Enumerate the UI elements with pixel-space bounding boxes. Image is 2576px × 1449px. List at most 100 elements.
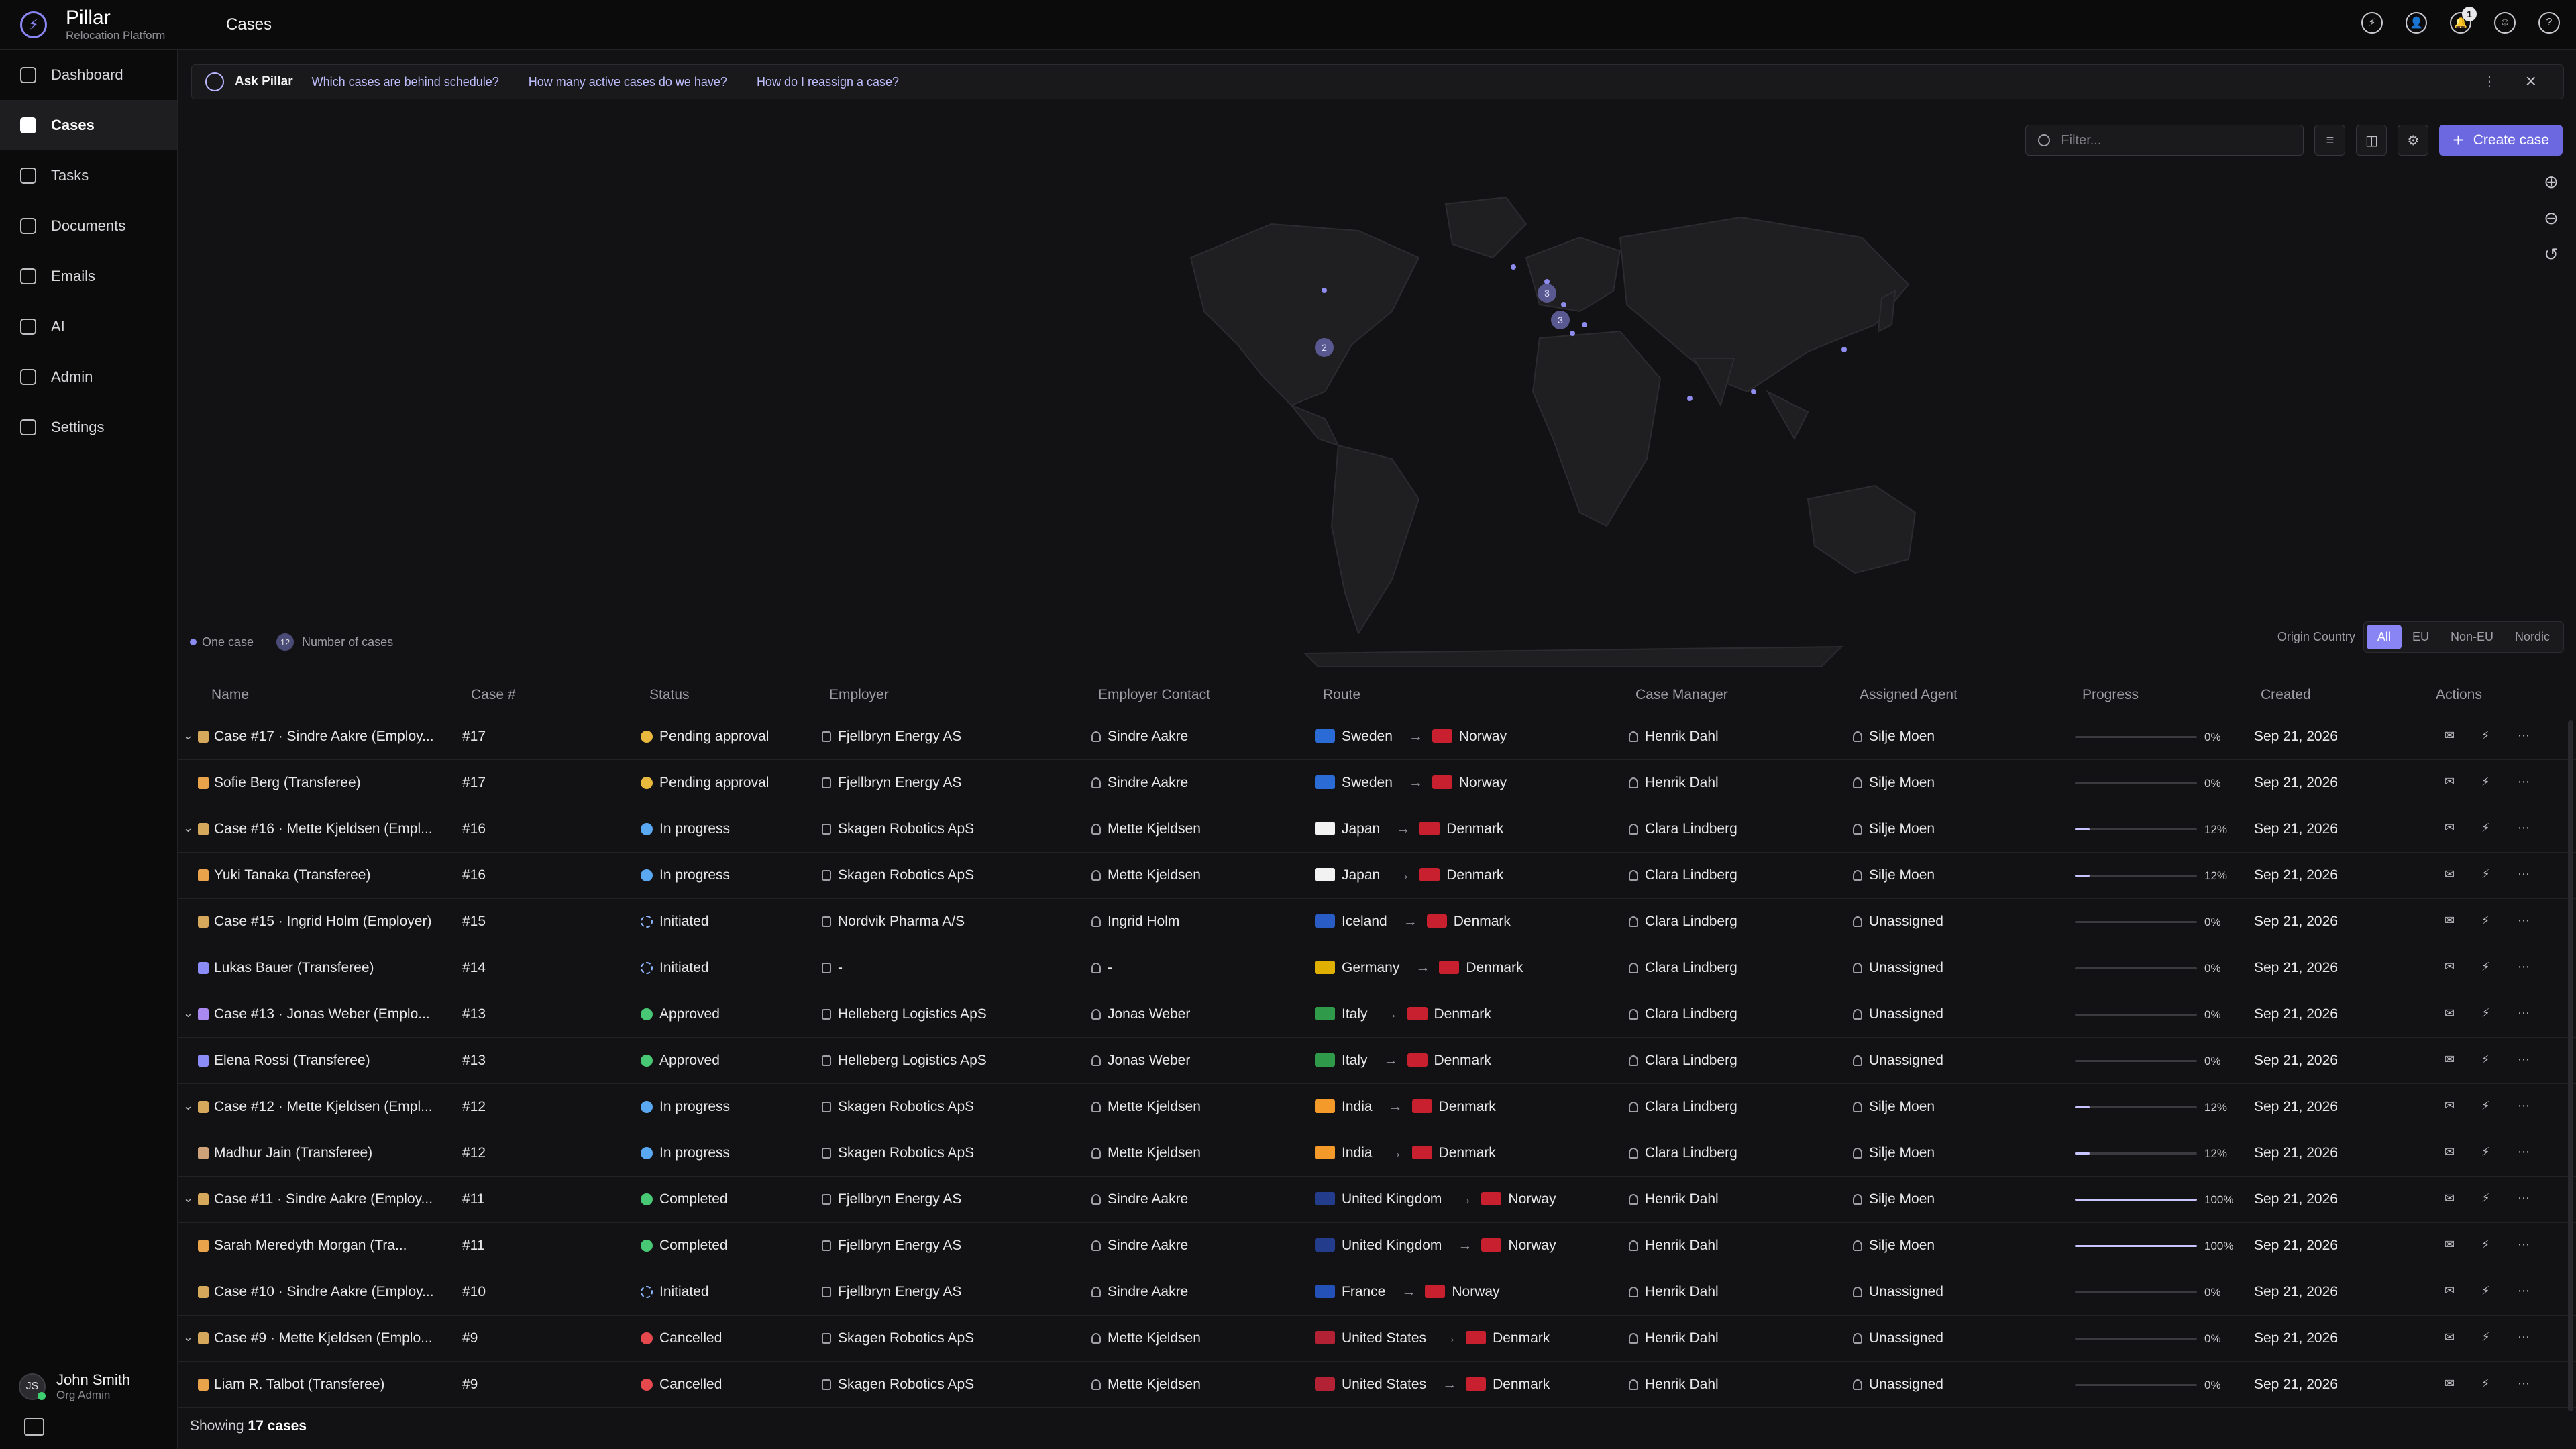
zoom-in-icon[interactable]: ⊕ — [2540, 170, 2563, 193]
row-name[interactable]: Case #11 · Sindre Aakre (Employ... — [214, 1191, 433, 1207]
row-name[interactable]: Case #13 · Jonas Weber (Emplo... — [214, 1006, 430, 1022]
email-icon[interactable]: ✉ — [2445, 821, 2455, 835]
header-created[interactable]: Created — [2261, 687, 2311, 703]
row-name[interactable]: Lukas Bauer (Transferee) — [214, 960, 374, 975]
ai-assistant-icon[interactable]: ⚡ — [2481, 1284, 2490, 1298]
more-options-icon[interactable]: ⋯ — [2518, 1238, 2530, 1252]
table-row[interactable]: ⌄ Case #17 · Sindre Aakre (Employ... #17 Pe… — [178, 714, 2576, 760]
row-name[interactable]: Liam R. Talbot (Transferee) — [214, 1377, 384, 1392]
ai-assistant-icon[interactable]: ⚡ — [2481, 914, 2490, 928]
sidebar-item-tasks[interactable]: Tasks — [0, 150, 177, 201]
ask-suggestion-2[interactable]: How many active cases do we have? — [529, 75, 727, 89]
table-row[interactable]: ⌄ Case #9 · Mette Kjeldsen (Emplo... #9 Can… — [178, 1316, 2576, 1362]
ai-assistant-icon[interactable]: ⚡ — [2481, 1053, 2490, 1067]
ai-assistant-icon[interactable]: ⚡ — [2481, 1006, 2490, 1020]
brand[interactable]: ⚡ Pillar Relocation Platform — [0, 7, 178, 42]
origin-option-non-eu[interactable]: Non-EU — [2440, 625, 2504, 649]
row-name[interactable]: Yuki Tanaka (Transferee) — [214, 867, 370, 883]
help-icon[interactable]: ? — [2538, 12, 2560, 34]
ai-assistant-icon[interactable]: ⚡ — [2481, 729, 2490, 743]
origin-option-nordic[interactable]: Nordic — [2504, 625, 2561, 649]
feedback-smiley-icon[interactable]: ☺ — [2494, 12, 2516, 34]
sidebar-item-admin[interactable]: Admin — [0, 352, 177, 402]
email-icon[interactable]: ✉ — [2445, 1053, 2455, 1067]
close-icon[interactable]: × — [2526, 70, 2536, 92]
row-name[interactable]: Case #12 · Mette Kjeldsen (Empl... — [214, 1099, 433, 1114]
row-name[interactable]: Case #15 · Ingrid Holm (Employer) — [214, 914, 431, 929]
email-icon[interactable]: ✉ — [2445, 1284, 2455, 1298]
sidebar-item-settings[interactable]: Settings — [0, 402, 177, 452]
header-name[interactable]: Name — [211, 687, 249, 703]
more-options-icon[interactable]: ⋯ — [2518, 1377, 2530, 1391]
more-options-icon[interactable]: ⋯ — [2518, 960, 2530, 974]
more-options-icon[interactable]: ⋯ — [2518, 1330, 2530, 1344]
row-name[interactable]: Elena Rossi (Transferee) — [214, 1053, 370, 1068]
more-options-icon[interactable]: ⋯ — [2518, 821, 2530, 835]
ai-assistant-icon[interactable]: ⚡ — [2481, 821, 2490, 835]
header-assigned-agent[interactable]: Assigned Agent — [1860, 687, 1957, 703]
header-status[interactable]: Status — [649, 687, 690, 703]
email-icon[interactable]: ✉ — [2445, 1006, 2455, 1020]
ask-suggestion-1[interactable]: Which cases are behind schedule? — [312, 75, 499, 89]
origin-option-eu[interactable]: EU — [2402, 625, 2440, 649]
header-route[interactable]: Route — [1323, 687, 1360, 703]
filter-icon[interactable]: ≡ — [2314, 125, 2346, 156]
email-icon[interactable]: ✉ — [2445, 960, 2455, 974]
ai-assistant-icon[interactable]: ⚡ — [2481, 1238, 2490, 1252]
table-row[interactable]: Case #10 · Sindre Aakre (Employ... #10 Ini… — [178, 1269, 2576, 1316]
row-name[interactable]: Sofie Berg (Transferee) — [214, 775, 361, 790]
more-options-icon[interactable]: ⋯ — [2518, 1284, 2530, 1298]
row-name[interactable]: Case #17 · Sindre Aakre (Employ... — [214, 729, 434, 744]
email-icon[interactable]: ✉ — [2445, 729, 2455, 743]
chevron-down-icon[interactable]: ⌄ — [183, 1330, 193, 1344]
more-options-icon[interactable]: ⋯ — [2518, 1145, 2530, 1159]
email-icon[interactable]: ✉ — [2445, 1377, 2455, 1391]
notifications-bell-icon[interactable]: 🔔 1 — [2450, 7, 2477, 34]
more-options-icon[interactable]: ⋯ — [2518, 914, 2530, 928]
header-case-number[interactable]: Case # — [471, 687, 516, 703]
table-row[interactable]: ⌄ Case #16 · Mette Kjeldsen (Empl... #16 In… — [178, 806, 2576, 853]
origin-option-all[interactable]: All — [2366, 625, 2402, 649]
settings-sliders-icon[interactable]: ⚙ — [2398, 125, 2429, 156]
sidebar-item-dashboard[interactable]: Dashboard — [0, 50, 177, 100]
more-options-icon[interactable]: ⋯ — [2518, 1053, 2530, 1067]
reset-view-icon[interactable]: ↺ — [2540, 243, 2563, 266]
ai-assistant-icon[interactable]: ⚡ — [2361, 12, 2383, 34]
sidebar-item-cases[interactable]: Cases — [0, 100, 177, 150]
more-options-icon[interactable]: ⋯ — [2518, 1191, 2530, 1205]
map-view-icon[interactable]: ◫ — [2356, 125, 2387, 156]
table-row[interactable]: Case #15 · Ingrid Holm (Employer) #15 Init… — [178, 899, 2576, 945]
create-case-button[interactable]: + Create case — [2439, 125, 2563, 156]
chevron-down-icon[interactable]: ⌄ — [183, 1006, 193, 1020]
email-icon[interactable]: ✉ — [2445, 775, 2455, 789]
header-employer[interactable]: Employer — [829, 687, 889, 703]
ask-suggestion-3[interactable]: How do I reassign a case? — [757, 75, 899, 89]
more-options-icon[interactable]: ⋯ — [2518, 775, 2530, 789]
ai-assistant-icon[interactable]: ⚡ — [2481, 1377, 2490, 1391]
sidebar-item-emails[interactable]: Emails — [0, 251, 177, 301]
row-name[interactable]: Case #10 · Sindre Aakre (Employ... — [214, 1284, 434, 1299]
email-icon[interactable]: ✉ — [2445, 1099, 2455, 1113]
email-icon[interactable]: ✉ — [2445, 914, 2455, 928]
chevron-down-icon[interactable]: ⌄ — [183, 1191, 193, 1205]
table-row[interactable]: ⌄ Case #11 · Sindre Aakre (Employ... #11 Co… — [178, 1177, 2576, 1223]
world-map[interactable]: 3 3 2 — [1070, 123, 2043, 667]
more-options-icon[interactable]: ⋯ — [2518, 1006, 2530, 1020]
table-row[interactable]: Sarah Meredyth Morgan (Tra... #11 Complete… — [178, 1223, 2576, 1269]
more-options-icon[interactable]: ⋯ — [2518, 1099, 2530, 1113]
sidebar-item-ai[interactable]: AI — [0, 301, 177, 352]
email-icon[interactable]: ✉ — [2445, 1238, 2455, 1252]
table-row[interactable]: Liam R. Talbot (Transferee) #9 Cancelled Sk… — [178, 1362, 2576, 1408]
ai-assistant-icon[interactable]: ⚡ — [2481, 775, 2490, 789]
table-row[interactable]: ⌄ Case #13 · Jonas Weber (Emplo... #13 Appr… — [178, 991, 2576, 1038]
ai-assistant-icon[interactable]: ⚡ — [2481, 1330, 2490, 1344]
ai-assistant-icon[interactable]: ⚡ — [2481, 1191, 2490, 1205]
email-icon[interactable]: ✉ — [2445, 1330, 2455, 1344]
row-name[interactable]: Case #16 · Mette Kjeldsen (Empl... — [214, 821, 433, 837]
email-icon[interactable]: ✉ — [2445, 1145, 2455, 1159]
chevron-down-icon[interactable]: ⌄ — [183, 1099, 193, 1113]
user-switch-icon[interactable]: 👤 — [2406, 12, 2427, 34]
ai-assistant-icon[interactable]: ⚡ — [2481, 867, 2490, 881]
ai-assistant-icon[interactable]: ⚡ — [2481, 960, 2490, 974]
collapse-sidebar-icon[interactable] — [24, 1418, 44, 1436]
